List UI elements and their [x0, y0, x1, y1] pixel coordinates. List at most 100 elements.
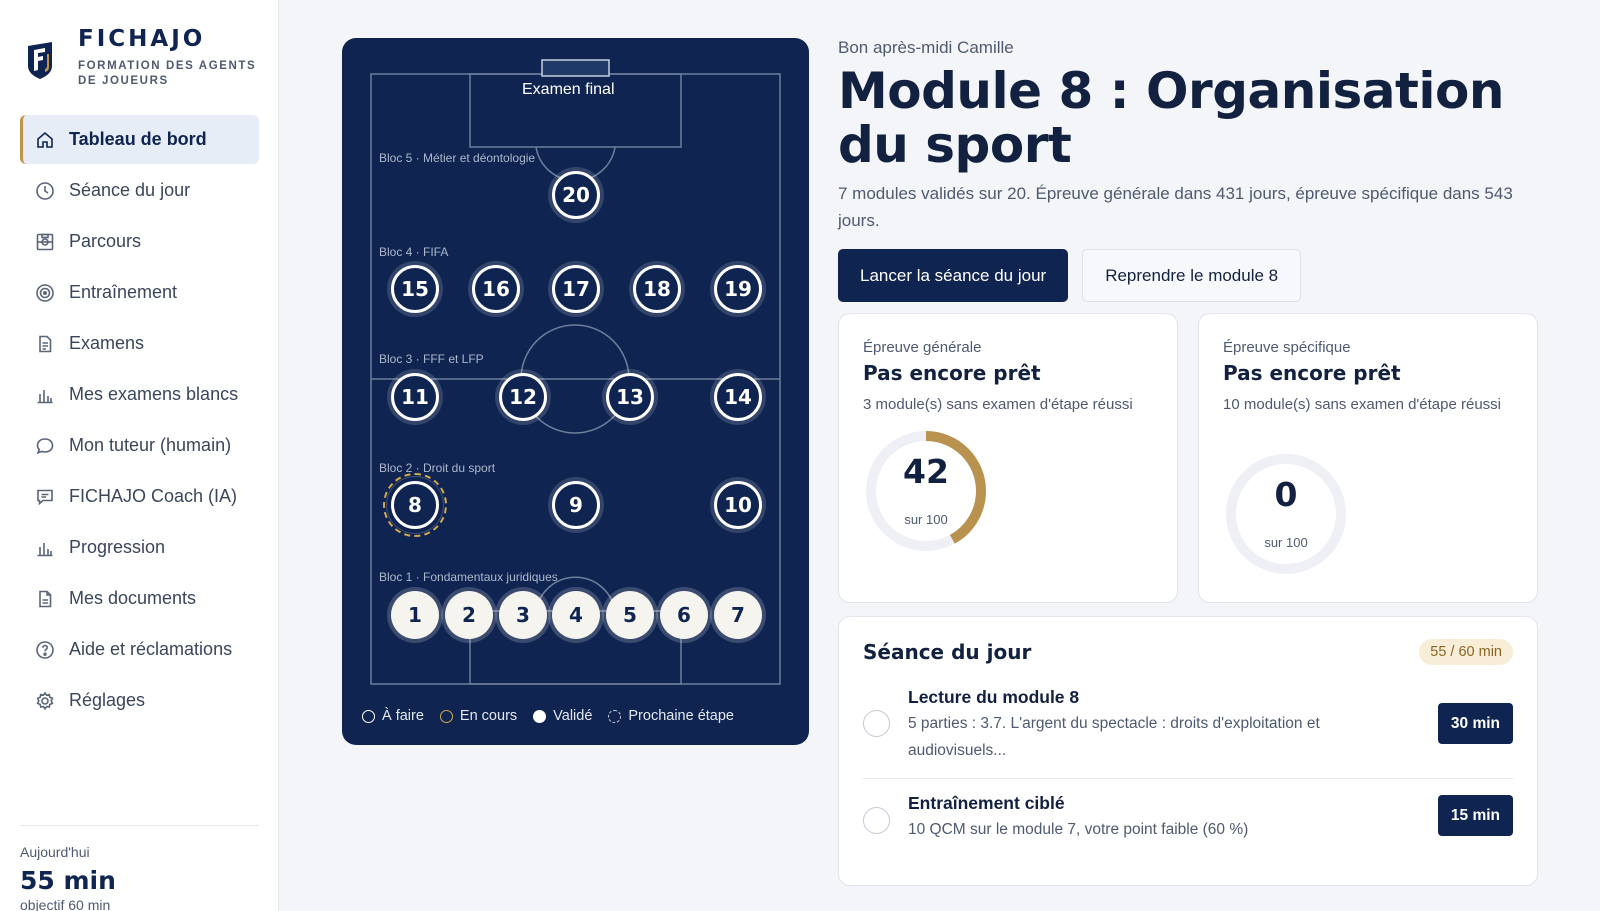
- sidebar-item-label: Séance du jour: [69, 180, 191, 200]
- pitch-legend: À faire En cours Validé Prochaine étape: [362, 708, 750, 724]
- sidebar-item-tutor[interactable]: Mon tuteur (humain): [20, 421, 259, 470]
- course-pitch-map: Examen final Bloc 5 · Métier et déontolo…: [342, 38, 809, 745]
- sidebar-item-session[interactable]: Séance du jour: [20, 166, 259, 215]
- task-description: 10 QCM sur le module 7, votre point faib…: [908, 821, 1249, 838]
- file-icon: [34, 588, 56, 610]
- legend-label: Validé: [553, 708, 593, 724]
- bloc-label: Bloc 4 · FIFA: [379, 245, 449, 259]
- module-node-2[interactable]: 2: [445, 591, 493, 639]
- score-value: 0: [1274, 475, 1298, 514]
- daily-time-goal: objectif 60 min: [20, 897, 111, 911]
- task-description: 5 parties : 3.7. L'argent du spectacle :…: [908, 715, 1320, 759]
- sidebar-item-parcours[interactable]: Parcours: [20, 217, 259, 266]
- session-time-badge: 55 / 60 min: [1419, 639, 1513, 665]
- score-scale: sur 100: [904, 512, 948, 527]
- module-node-3[interactable]: 3: [499, 591, 547, 639]
- task-checkbox[interactable]: [863, 710, 890, 737]
- sidebar-item-training[interactable]: Entraînement: [20, 268, 259, 317]
- session-task[interactable]: Entraînement ciblé 10 QCM sur le module …: [863, 793, 1513, 843]
- score-gauge-ring: [866, 431, 986, 551]
- chat-bubble-icon: [34, 435, 56, 457]
- module-node-7[interactable]: 7: [714, 591, 762, 639]
- bar-chart-icon: [34, 537, 56, 559]
- progress-summary: 7 modules validés sur 20. Épreuve généra…: [838, 184, 1513, 230]
- exam-status: Pas encore prêt: [1223, 361, 1401, 385]
- module-node-17[interactable]: 17: [552, 265, 600, 313]
- module-node-11[interactable]: 11: [391, 373, 439, 421]
- next-step-dot-icon: [608, 709, 622, 723]
- general-exam-card: Épreuve générale Pas encore prêt 3 modul…: [838, 313, 1178, 603]
- module-node-19[interactable]: 19: [714, 265, 762, 313]
- resume-module-button[interactable]: Reprendre le module 8: [1082, 249, 1302, 302]
- clock-icon: [34, 180, 56, 202]
- page-title: Module 8 : Organisation du sport: [838, 62, 1504, 174]
- brand-name: FICHAJO: [78, 26, 206, 52]
- fichajo-logo-icon: [28, 42, 52, 79]
- dashboard-main: Bon après-midi Camille Module 8 : Organi…: [838, 38, 1538, 886]
- legend-label: Prochaine étape: [628, 708, 734, 724]
- sidebar-item-help[interactable]: Aide et réclamations: [20, 625, 259, 674]
- in-progress-dot-icon: [439, 709, 453, 723]
- module-node-14[interactable]: 14: [714, 373, 762, 421]
- exam-label: Épreuve générale: [863, 339, 982, 356]
- module-node-9[interactable]: 9: [552, 481, 600, 529]
- sidebar-item-documents[interactable]: Mes documents: [20, 574, 259, 623]
- task-checkbox[interactable]: [863, 807, 890, 834]
- module-node-13[interactable]: 13: [606, 373, 654, 421]
- module-node-16[interactable]: 16: [472, 265, 520, 313]
- sidebar-item-progress[interactable]: Progression: [20, 523, 259, 572]
- exam-detail: 3 module(s) sans examen d'étape réussi: [863, 396, 1133, 413]
- exam-status: Pas encore prêt: [863, 361, 1041, 385]
- sidebar-item-settings[interactable]: Réglages: [20, 676, 259, 725]
- sidebar-item-exams[interactable]: Examens: [20, 319, 259, 368]
- sidebar-item-label: Tableau de bord: [69, 129, 207, 149]
- exam-detail: 10 module(s) sans examen d'étape réussi: [1223, 396, 1502, 413]
- gear-icon: [34, 690, 56, 712]
- session-task[interactable]: Lecture du module 8 5 parties : 3.7. L'a…: [863, 687, 1513, 778]
- sidebar-item-label: Mes examens blancs: [69, 384, 239, 404]
- brand[interactable]: FICHAJO FORMATION DES AGENTS DE JOUEURS: [26, 26, 258, 89]
- task-title: Lecture du module 8: [908, 687, 1080, 707]
- document-icon: [34, 333, 56, 355]
- module-node-6[interactable]: 6: [660, 591, 708, 639]
- todo-dot-icon: [362, 709, 375, 723]
- task-title: Entraînement ciblé: [908, 793, 1065, 813]
- exam-readiness-cards: Épreuve générale Pas encore prêt 3 modul…: [838, 313, 1538, 603]
- task-duration: 15 min: [1437, 795, 1513, 836]
- module-node-5[interactable]: 5: [606, 591, 654, 639]
- sidebar-item-label: Mon tuteur (humain): [69, 435, 232, 455]
- module-node-15[interactable]: 15: [391, 265, 439, 313]
- sidebar-item-coach[interactable]: FICHAJO Coach (IA): [20, 472, 259, 521]
- daily-time-summary: Aujourd'hui 55 min objectif 60 min: [20, 825, 259, 911]
- legend-label: À faire: [382, 708, 424, 724]
- session-title: Séance du jour: [863, 640, 1032, 664]
- score-scale: sur 100: [1264, 535, 1308, 550]
- home-icon: [34, 129, 56, 151]
- module-node-12[interactable]: 12: [499, 373, 547, 421]
- module-node-20[interactable]: 20: [552, 171, 600, 219]
- score-gauge: 42 sur 100: [863, 428, 989, 554]
- module-node-10[interactable]: 10: [714, 481, 762, 529]
- module-node-18[interactable]: 18: [633, 265, 681, 313]
- task-duration: 30 min: [1437, 703, 1513, 744]
- final-exam-label[interactable]: Examen final: [522, 81, 615, 99]
- sidebar-item-label: Parcours: [69, 231, 142, 251]
- sidebar-item-label: Mes documents: [69, 588, 197, 608]
- module-node-8[interactable]: 8: [391, 481, 439, 529]
- sidebar-item-mock-exams[interactable]: Mes examens blancs: [20, 370, 259, 419]
- action-buttons: Lancer la séance du jour Reprendre le mo…: [838, 249, 1538, 302]
- bloc-label: Bloc 1 · Fondamentaux juridiques: [379, 570, 558, 584]
- sidebar: FICHAJO FORMATION DES AGENTS DE JOUEURS …: [0, 0, 279, 911]
- sidebar-item-dashboard[interactable]: Tableau de bord: [20, 115, 259, 164]
- help-circle-icon: [34, 639, 56, 661]
- start-session-button[interactable]: Lancer la séance du jour: [838, 249, 1069, 302]
- legend-done: Validé: [533, 708, 592, 724]
- module-node-4[interactable]: 4: [552, 591, 600, 639]
- sidebar-item-label: FICHAJO Coach (IA): [69, 486, 238, 506]
- sidebar-item-label: Aide et réclamations: [69, 639, 233, 659]
- daily-time-label: Aujourd'hui: [20, 844, 90, 860]
- bloc-label: Bloc 5 · Métier et déontologie: [379, 151, 536, 165]
- brand-tagline: FORMATION DES AGENTS DE JOUEURS: [78, 60, 257, 87]
- greeting: Bon après-midi Camille: [838, 38, 1014, 57]
- module-node-1[interactable]: 1: [391, 591, 439, 639]
